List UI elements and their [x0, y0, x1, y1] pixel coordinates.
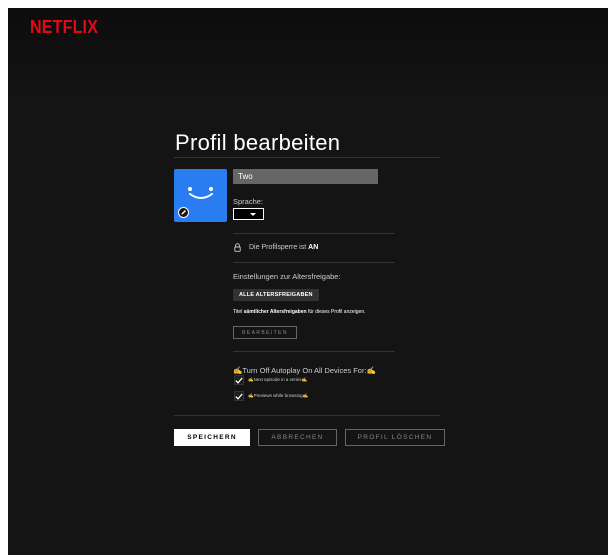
- autoplay-previews-label: ✍Previews while browsing✍: [248, 393, 309, 398]
- maturity-badge: ALLE ALTERSFREIGABEN: [233, 289, 319, 301]
- pencil-icon[interactable]: [178, 207, 189, 218]
- autoplay-next-episode-option[interactable]: ✍Next episode in a series✍: [234, 375, 307, 385]
- avatar-eye-left: [188, 187, 192, 191]
- autoplay-previews-option[interactable]: ✍Previews while browsing✍: [234, 391, 308, 401]
- language-label: Sprache:: [233, 197, 264, 206]
- autoplay-heading: ✍Turn Off Autoplay On All Devices For:✍: [233, 366, 376, 375]
- cancel-button[interactable]: ABBRECHEN: [258, 429, 337, 446]
- checkbox-previews[interactable]: [234, 391, 244, 401]
- maturity-description: Titel sämtlicher Altersfreigaben für die…: [233, 309, 366, 315]
- delete-profile-button[interactable]: PROFIL LÖSCHEN: [345, 429, 445, 446]
- edit-maturity-button[interactable]: BEARBEITEN: [233, 326, 297, 339]
- avatar-smile: [189, 193, 213, 199]
- autoplay-next-episode-label: ✍Next episode in a series✍: [248, 377, 308, 382]
- check-icon: [235, 393, 243, 400]
- divider: [233, 351, 395, 352]
- profile-lock-row[interactable]: Die Profilsperre ist AN: [234, 243, 318, 252]
- divider: [174, 415, 440, 416]
- check-icon: [235, 377, 243, 384]
- divider: [233, 262, 395, 263]
- divider: [174, 157, 440, 158]
- page-title: Profil bearbeiten: [175, 130, 341, 155]
- app-window: NETFLIX Profil bearbeiten Sprache: Die P…: [8, 8, 608, 555]
- avatar-eye-right: [209, 187, 213, 191]
- netflix-logo[interactable]: NETFLIX: [30, 18, 98, 39]
- checkbox-next-episode[interactable]: [234, 375, 244, 385]
- profile-name-input[interactable]: [233, 169, 378, 184]
- divider: [233, 233, 395, 234]
- caret-down-icon: [250, 213, 256, 216]
- lock-icon: [234, 243, 241, 252]
- profile-lock-text: Die Profilsperre ist AN: [249, 244, 319, 251]
- save-button[interactable]: SPEICHERN: [174, 429, 250, 446]
- maturity-heading: Einstellungen zur Altersfreigabe:: [233, 272, 341, 281]
- language-select[interactable]: [233, 208, 264, 220]
